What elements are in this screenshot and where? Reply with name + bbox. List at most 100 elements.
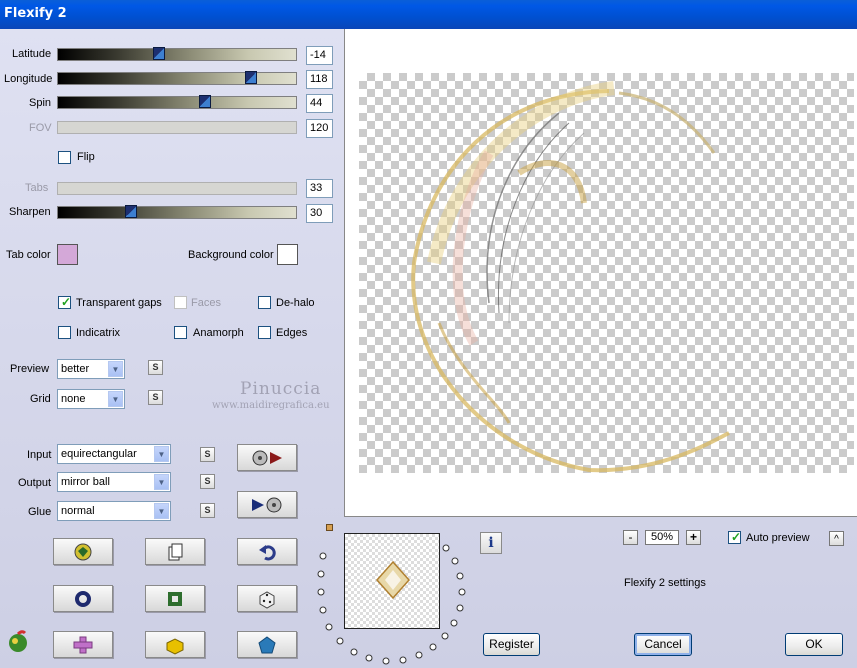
zoom-in-button[interactable]: + — [686, 530, 701, 545]
cross-icon — [73, 636, 93, 653]
latitude-label: Latitude — [12, 48, 52, 60]
app-logo-icon — [6, 630, 30, 654]
tab-color-swatch[interactable] — [57, 244, 78, 265]
edges-label: Edges — [276, 327, 308, 339]
output-projection-value: mirror ball — [61, 476, 110, 488]
latitude-value[interactable]: -14 — [306, 46, 333, 65]
minus-icon: - — [628, 530, 633, 544]
info-button[interactable]: i — [480, 532, 502, 554]
chevron-down-icon[interactable]: ▼ — [108, 361, 123, 377]
latitude-slider[interactable] — [57, 47, 297, 61]
background-color-label: Background color — [188, 249, 274, 261]
ok-button[interactable]: OK — [785, 633, 843, 656]
spin-slider[interactable] — [57, 95, 297, 109]
chevron-down-icon[interactable]: ▼ — [154, 503, 169, 519]
faces-checkbox — [174, 296, 187, 309]
disc-arrow-right-icon — [252, 450, 282, 465]
navigator-thumbnail[interactable] — [344, 533, 440, 629]
indicatrix-checkbox[interactable] — [58, 326, 71, 339]
preview-label: Preview — [10, 363, 50, 375]
background-color-swatch[interactable] — [277, 244, 298, 265]
cube-button[interactable] — [145, 631, 205, 658]
glue-s-button[interactable]: S — [200, 503, 215, 518]
title-bar: Flexify 2 — [0, 0, 857, 29]
grid-s-button[interactable]: S — [148, 390, 163, 405]
tabs-slider — [57, 182, 297, 195]
check-icon: ✓ — [731, 530, 742, 544]
cross-button[interactable] — [53, 631, 113, 658]
output-s-button[interactable]: S — [200, 474, 215, 489]
input-projection-select[interactable]: equirectangular ▼ — [57, 444, 171, 464]
circle-button[interactable] — [53, 585, 113, 612]
output-projection-select[interactable]: mirror ball ▼ — [57, 472, 171, 492]
anamorph-checkbox[interactable] — [174, 326, 187, 339]
flip-checkbox[interactable] — [58, 151, 71, 164]
chevron-down-icon[interactable]: ▼ — [154, 474, 169, 490]
preview-transparency-grid — [359, 73, 854, 473]
dehalo-label: De-halo — [276, 297, 315, 309]
random-dice-icon — [74, 543, 92, 560]
random-button[interactable] — [53, 538, 113, 565]
transparent-gaps-checkbox[interactable]: ✓ — [58, 295, 72, 309]
dice-button[interactable] — [237, 585, 297, 612]
thumbnail-image — [375, 560, 411, 600]
longitude-thumb[interactable] — [245, 71, 257, 84]
spin-thumb[interactable] — [199, 95, 211, 108]
glue-select[interactable]: normal ▼ — [57, 501, 171, 521]
zoom-out-button[interactable]: - — [623, 530, 638, 545]
cancel-button[interactable]: Cancel — [634, 633, 692, 656]
square-button[interactable] — [145, 585, 205, 612]
sharpen-thumb[interactable] — [125, 205, 137, 218]
chevron-down-icon[interactable]: ▼ — [108, 391, 123, 407]
longitude-value[interactable]: 118 — [306, 70, 333, 89]
spin-value[interactable]: 44 — [306, 94, 333, 113]
glue-label: Glue — [28, 506, 52, 518]
tab-color-label: Tab color — [6, 249, 51, 261]
sharpen-slider[interactable] — [57, 205, 297, 219]
fov-label: FOV — [29, 122, 52, 134]
pentagon-button[interactable] — [237, 631, 297, 658]
longitude-label: Longitude — [4, 73, 53, 85]
fov-value: 120 — [306, 119, 333, 138]
grid-value: none — [61, 393, 86, 405]
dialog-body: Latitude -14 Longitude 118 Spin 44 FOV 1… — [0, 29, 857, 668]
grid-select[interactable]: none ▼ — [57, 389, 125, 409]
preview-s-button[interactable]: S — [148, 360, 163, 375]
latitude-thumb[interactable] — [153, 47, 165, 60]
preview-quality-select[interactable]: better ▼ — [57, 359, 125, 379]
rotate-handle[interactable] — [326, 524, 333, 531]
square-frame-icon — [168, 591, 182, 606]
output-label: Output — [18, 477, 52, 489]
auto-preview-checkbox[interactable]: ✓ — [728, 530, 742, 544]
load-preset-button[interactable] — [237, 444, 297, 471]
copy-button[interactable] — [145, 538, 205, 565]
save-preset-button[interactable] — [237, 491, 297, 518]
spin-label: Spin — [29, 97, 52, 109]
flip-label: Flip — [77, 151, 95, 163]
collapse-button[interactable]: ^ — [829, 531, 844, 546]
info-icon: i — [488, 535, 494, 551]
edges-checkbox[interactable] — [258, 326, 271, 339]
preview-image — [411, 81, 730, 473]
dehalo-checkbox[interactable] — [258, 296, 271, 309]
watermark-url: www.maidiregrafica.eu — [212, 400, 330, 411]
tabs-value: 33 — [306, 179, 333, 198]
preview-canvas[interactable] — [344, 29, 857, 517]
zoom-level[interactable]: 50% — [645, 530, 679, 545]
chevron-down-icon[interactable]: ▼ — [154, 446, 169, 462]
indicatrix-label: Indicatrix — [76, 327, 121, 339]
fov-slider — [57, 121, 297, 134]
grid-label: Grid — [30, 393, 51, 405]
input-s-button[interactable]: S — [200, 447, 215, 462]
check-icon: ✓ — [61, 295, 72, 309]
dice-icon — [259, 590, 275, 609]
sharpen-value[interactable]: 30 — [306, 204, 333, 223]
auto-preview-label: Auto preview — [746, 532, 810, 544]
tabs-label: Tabs — [25, 182, 49, 194]
plus-icon: + — [689, 530, 697, 544]
sharpen-label: Sharpen — [9, 206, 51, 218]
undo-button[interactable] — [237, 538, 297, 565]
register-button[interactable]: Register — [483, 633, 540, 656]
longitude-slider[interactable] — [57, 71, 297, 85]
settings-label: Flexify 2 settings — [624, 577, 706, 589]
